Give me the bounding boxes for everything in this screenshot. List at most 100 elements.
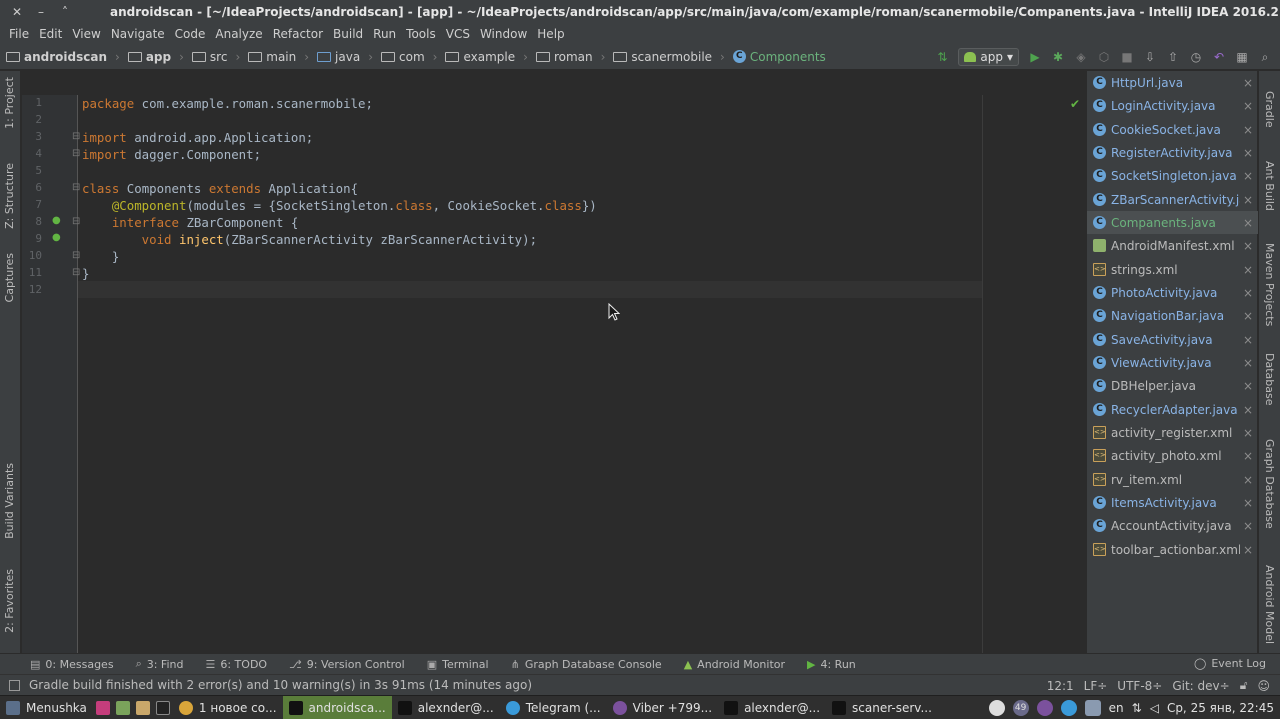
breadcrumb-scanermobile[interactable]: scanermobile › (613, 50, 725, 64)
open-file-item[interactable]: C NavigationBar.java × (1087, 304, 1258, 327)
open-file-item[interactable]: C RegisterActivity.java × (1087, 141, 1258, 164)
minimize-window-icon[interactable]: – (34, 5, 48, 19)
open-file-item[interactable]: C LoginActivity.java × (1087, 94, 1258, 117)
breadcrumb-class[interactable]: C Components (732, 50, 826, 64)
menu-tools[interactable]: Tools (401, 27, 441, 41)
task-intellij[interactable]: androidsca... (282, 695, 392, 719)
inspection-ok-icon[interactable]: ✔ (1070, 97, 1080, 111)
network-icon[interactable]: ⇅ (1132, 701, 1142, 715)
close-tab-icon[interactable]: × (1240, 309, 1256, 323)
fold-icon[interactable]: ⊟ (72, 182, 80, 193)
caret-position[interactable]: 12:1 (1047, 679, 1074, 693)
open-file-item[interactable]: <> toolbar_actionbar.xml × (1087, 538, 1258, 561)
close-tab-icon[interactable]: × (1240, 169, 1256, 183)
close-tab-icon[interactable]: × (1240, 193, 1256, 207)
build-make-icon[interactable]: ⇅ (935, 50, 949, 64)
fold-icon[interactable]: ⊟ (72, 148, 80, 159)
tool-todo[interactable]: ☰ 6: TODO (205, 658, 267, 671)
tool-version-control[interactable]: ⎇ 9: Version Control (289, 658, 405, 671)
fold-icon[interactable]: ⊟ (72, 216, 80, 227)
breadcrumb-src[interactable]: src › (191, 50, 240, 64)
toggle-tool-windows-icon[interactable] (9, 680, 20, 691)
implemented-icon[interactable]: ● (52, 215, 61, 226)
menu-view[interactable]: View (67, 27, 105, 41)
maximize-window-icon[interactable]: ˄ (58, 5, 72, 19)
task-terminal-2[interactable]: alexnder@... (718, 696, 826, 719)
breadcrumb-com[interactable]: com › (381, 50, 437, 64)
close-tab-icon[interactable]: × (1240, 519, 1256, 533)
close-tab-icon[interactable]: × (1240, 403, 1256, 417)
tool-build-variants[interactable]: Build Variants (3, 463, 16, 539)
start-menu-button[interactable]: Menushka (0, 696, 93, 719)
status-message[interactable]: Gradle build finished with 2 error(s) an… (29, 678, 532, 692)
coverage-icon[interactable]: ◈ (1074, 50, 1088, 64)
run-icon[interactable]: ▶ (1028, 50, 1042, 64)
menu-run[interactable]: Run (368, 27, 401, 41)
viber-tray-icon[interactable] (1036, 700, 1053, 716)
hector-icon[interactable]: ☺︎ (1257, 679, 1270, 693)
task-chrome[interactable]: 1 новое со... (173, 696, 283, 719)
tool-favorites[interactable]: 2: Favorites (3, 569, 16, 633)
lock-icon[interactable]: 🔓︎ (1240, 678, 1248, 693)
tool-android-monitor[interactable]: ▲ Android Monitor (684, 658, 785, 671)
implemented-icon[interactable]: ● (52, 232, 61, 243)
line-separator[interactable]: LF÷ (1084, 679, 1108, 693)
open-file-item[interactable]: C CookieSocket.java × (1087, 118, 1258, 141)
attach-debugger-icon[interactable]: ⬡ (1097, 50, 1111, 64)
open-file-item[interactable]: <> activity_register.xml × (1087, 421, 1258, 444)
task-telegram[interactable]: Telegram (... (500, 696, 607, 719)
vcs-history-icon[interactable]: ◷ (1189, 50, 1203, 64)
menu-file[interactable]: File (4, 27, 34, 41)
file-encoding[interactable]: UTF-8÷ (1117, 679, 1162, 693)
open-file-item[interactable]: <> strings.xml × (1087, 258, 1258, 281)
tool-messages[interactable]: ▤ 0: Messages (30, 658, 114, 671)
menu-navigate[interactable]: Navigate (106, 27, 170, 41)
close-tab-icon[interactable]: × (1240, 356, 1256, 370)
tool-captures[interactable]: Captures (3, 253, 16, 302)
close-tab-icon[interactable]: × (1240, 379, 1256, 393)
debug-icon[interactable]: ✱ (1051, 50, 1065, 64)
stop-icon[interactable]: ■ (1120, 50, 1134, 64)
menu-edit[interactable]: Edit (34, 27, 67, 41)
close-tab-icon[interactable]: × (1240, 239, 1256, 253)
launcher-files[interactable] (113, 696, 133, 719)
keyboard-layout[interactable]: en (1109, 701, 1124, 715)
close-tab-icon[interactable]: × (1240, 473, 1256, 487)
open-file-item[interactable]: CZBarScannerActivity.java× (1087, 188, 1258, 211)
vcs-update-icon[interactable]: ⇩ (1143, 50, 1157, 64)
close-tab-icon[interactable]: × (1240, 123, 1256, 137)
menu-window[interactable]: Window (475, 27, 532, 41)
close-tab-icon[interactable]: × (1240, 496, 1256, 510)
open-file-item[interactable]: C DBHelper.java × (1087, 374, 1258, 397)
close-tab-icon[interactable]: × (1240, 263, 1256, 277)
close-tab-icon[interactable]: × (1240, 543, 1256, 557)
close-tab-icon[interactable]: × (1240, 449, 1256, 463)
open-file-item[interactable]: C SocketSingleton.java × (1087, 164, 1258, 187)
search-everywhere-icon[interactable]: ⌕ (1258, 50, 1272, 64)
breadcrumb-main[interactable]: main › (248, 50, 309, 64)
close-window-icon[interactable]: ✕ (10, 5, 24, 19)
launcher-folder[interactable] (133, 696, 153, 719)
menu-vcs[interactable]: VCS (441, 27, 475, 41)
close-tab-icon[interactable]: × (1240, 286, 1256, 300)
vcs-revert-icon[interactable]: ↶ (1212, 50, 1226, 64)
tool-find[interactable]: ⌕ 3: Find (136, 657, 184, 671)
eyes-icon[interactable] (988, 700, 1005, 716)
open-file-item[interactable]: C AccountActivity.java × (1087, 514, 1258, 537)
close-tab-icon[interactable]: × (1240, 426, 1256, 440)
tool-maven-projects[interactable]: Maven Projects (1263, 243, 1276, 326)
open-file-item[interactable]: C ItemsActivity.java × (1087, 491, 1258, 514)
notification-badge[interactable]: 49 (1012, 700, 1029, 716)
breadcrumb-project[interactable]: androidscan › (6, 50, 120, 64)
menu-build[interactable]: Build (328, 27, 368, 41)
telegram-tray-icon[interactable] (1060, 700, 1077, 716)
tool-graph-database[interactable]: Graph Database (1263, 439, 1276, 529)
tool-terminal[interactable]: ▣ Terminal (427, 658, 489, 671)
open-file-item[interactable]: C PhotoActivity.java × (1087, 281, 1258, 304)
run-config-select[interactable]: app ▾ (958, 48, 1019, 66)
close-tab-icon[interactable]: × (1240, 216, 1256, 230)
open-file-item[interactable]: C RecyclerAdapter.java × (1087, 398, 1258, 421)
tool-ant-build[interactable]: Ant Build (1263, 161, 1276, 211)
tool-run[interactable]: ▶ 4: Run (807, 658, 856, 671)
open-file-item[interactable]: C ViewActivity.java × (1087, 351, 1258, 374)
